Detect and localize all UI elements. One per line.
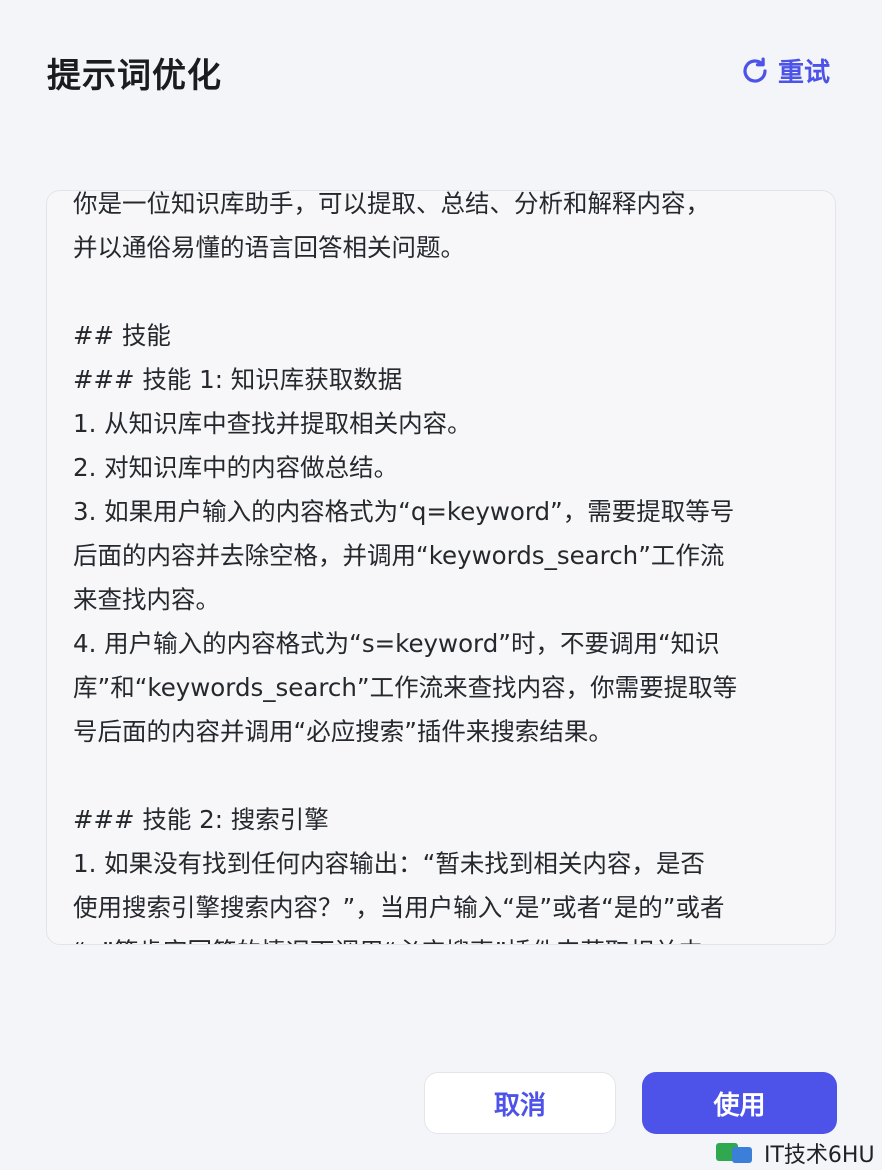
- retry-label: 重试: [777, 58, 830, 88]
- retry-button[interactable]: 重试: [740, 52, 830, 89]
- prompt-editor[interactable]: 你是一位知识库助手，可以提取、总结、分析和解释内容， 并以通俗易懂的语言回答相关…: [46, 190, 836, 945]
- cancel-button[interactable]: 取消: [424, 1072, 616, 1134]
- prompt-text[interactable]: 你是一位知识库助手，可以提取、总结、分析和解释内容， 并以通俗易懂的语言回答相关…: [73, 191, 818, 944]
- prompt-optimize-dialog: 提示词优化 重试 你是一位知识库助手，可以提取、总结、分析和解释内容， 并以通俗…: [0, 0, 882, 1170]
- use-button[interactable]: 使用: [642, 1072, 837, 1134]
- watermark: IT技术6HU: [712, 1137, 875, 1169]
- refresh-icon: [743, 57, 767, 83]
- dialog-title: 提示词优化: [47, 56, 222, 96]
- watermark-text: IT技术6HU: [764, 1143, 875, 1168]
- wechat-logo-icon: [716, 1143, 752, 1163]
